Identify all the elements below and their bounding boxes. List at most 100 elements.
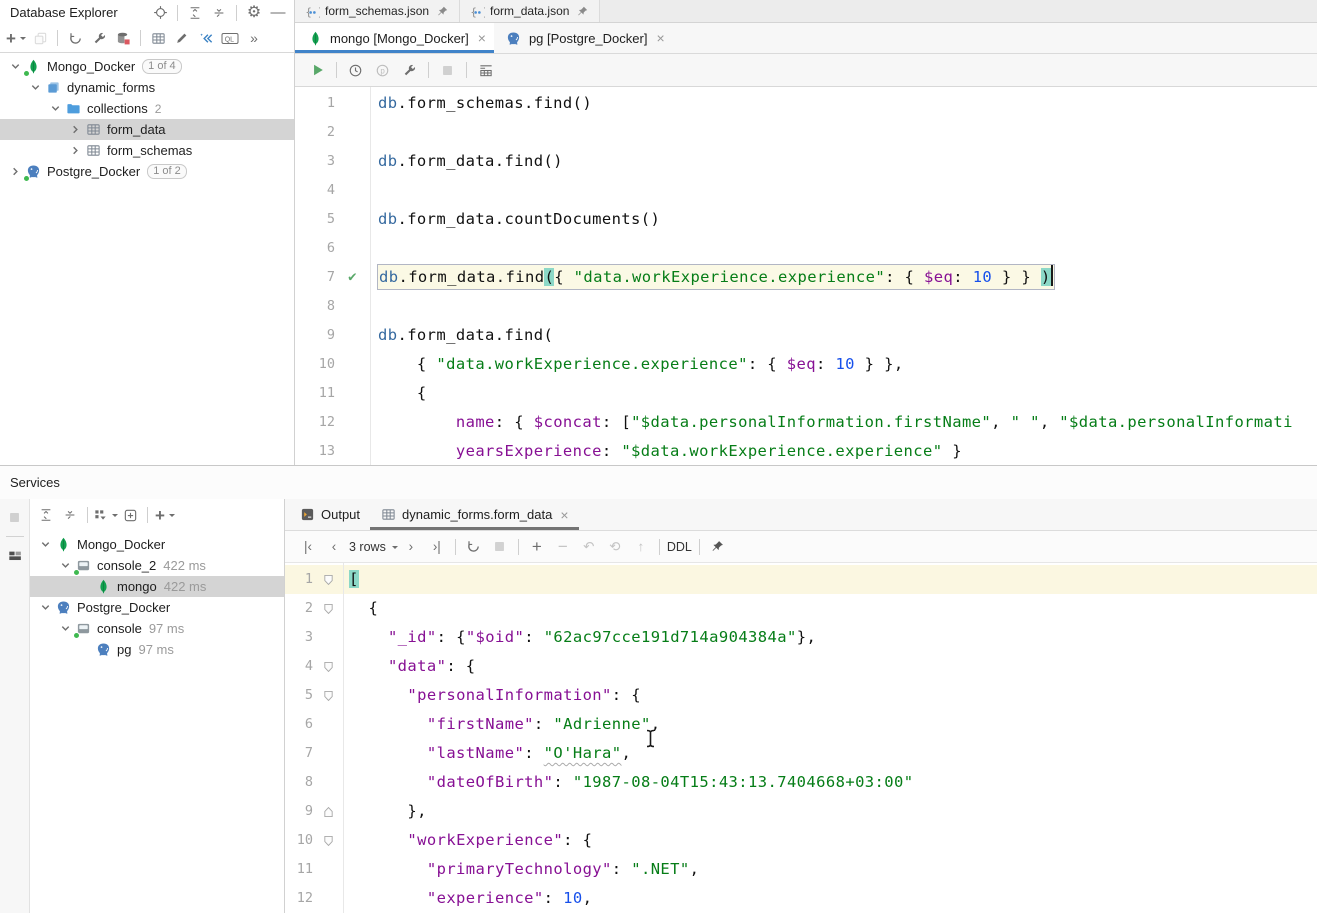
fold-down-icon[interactable] xyxy=(313,574,343,586)
tab-label: form_schemas.json xyxy=(325,4,429,18)
refresh-icon[interactable] xyxy=(63,27,87,49)
mongodb-icon xyxy=(25,59,41,75)
chevron-right-icon[interactable] xyxy=(66,145,85,156)
pin-icon[interactable] xyxy=(434,3,450,19)
chevron-down-icon[interactable] xyxy=(6,61,25,72)
db-tree-item-form_data[interactable]: form_data xyxy=(0,119,294,140)
group-by-icon[interactable] xyxy=(93,504,118,526)
chevron-down-icon[interactable] xyxy=(56,623,75,634)
collapse-all-icon[interactable] xyxy=(207,2,231,24)
close-icon[interactable]: × xyxy=(560,507,568,523)
jump-to-console-icon[interactable] xyxy=(194,27,218,49)
ddl-button[interactable]: DDL xyxy=(665,535,694,559)
in-editor-results-icon[interactable] xyxy=(472,58,499,82)
services-tree-item-mongo_docker[interactable]: Mongo_Docker xyxy=(30,534,284,555)
disconnect-icon[interactable] xyxy=(111,27,135,49)
pin-tab-icon[interactable] xyxy=(705,535,731,559)
json-text: "personalInformation": { xyxy=(343,681,1317,710)
open-in-new-tab-icon[interactable] xyxy=(118,504,142,526)
json-text: }, xyxy=(343,797,1317,826)
code-token: $concat xyxy=(534,413,602,431)
db-tree-item-mongo_docker[interactable]: Mongo_Docker1 of 4 xyxy=(0,56,294,77)
first-page-icon[interactable]: |‹ xyxy=(295,535,321,559)
db-tree-item-dynamic_forms[interactable]: dynamic_forms xyxy=(0,77,294,98)
new-datasource-icon[interactable]: + xyxy=(4,27,28,49)
services-tree-item-console[interactable]: console97 ms xyxy=(30,618,284,639)
table-icon[interactable] xyxy=(146,27,170,49)
line-number: 8 xyxy=(285,768,313,797)
json-text: "workExperience": { xyxy=(343,826,1317,855)
results-tab-output[interactable]: Output xyxy=(289,499,370,530)
services-tree-item-mongo[interactable]: mongo422 ms xyxy=(30,576,284,597)
add-service-icon[interactable]: + xyxy=(153,504,177,526)
code-token: "data" xyxy=(388,657,446,675)
chevron-right-icon[interactable] xyxy=(66,124,85,135)
bottom-section: + Mongo_Dockerconsole_2422 msmongo422 ms… xyxy=(0,499,1317,913)
expand-all-icon[interactable] xyxy=(183,2,207,24)
tab-label: Output xyxy=(321,507,360,522)
more-icon[interactable]: » xyxy=(242,27,266,49)
services-tree-item-console_2[interactable]: console_2422 ms xyxy=(30,555,284,576)
code-token: : xyxy=(524,628,543,646)
chevron-down-icon[interactable] xyxy=(46,103,65,114)
query-editor[interactable]: 1db.form_schemas.find()23db.form_data.fi… xyxy=(295,87,1317,465)
pin-icon[interactable] xyxy=(574,3,590,19)
console-tab-mongo[interactable]: mongo [Mongo_Docker]× xyxy=(295,23,494,53)
reload-page-icon[interactable] xyxy=(461,535,487,559)
gear-icon[interactable]: ⚙ xyxy=(242,2,266,24)
add-row-icon[interactable]: + xyxy=(524,535,550,559)
editor-panel: { }form_schemas.json{ }form_data.json mo… xyxy=(295,0,1317,465)
db-tree-item-collections[interactable]: collections2 xyxy=(0,98,294,119)
close-icon[interactable]: × xyxy=(656,30,664,46)
expand-all-icon[interactable] xyxy=(34,504,58,526)
chevron-down-icon[interactable] xyxy=(56,560,75,571)
page-size-selector[interactable]: 3 rows xyxy=(347,535,398,559)
fold-down-icon[interactable] xyxy=(313,661,343,673)
code-token xyxy=(378,413,456,431)
fold-down-icon[interactable] xyxy=(313,690,343,702)
code-token: "lastName" xyxy=(427,744,524,762)
collapse-all-icon[interactable] xyxy=(58,504,82,526)
code-text: db.form_data.find({ "data.workExperience… xyxy=(370,263,1317,292)
last-page-icon[interactable]: ›| xyxy=(424,535,450,559)
chevron-down-icon[interactable] xyxy=(36,602,55,613)
file-tab-form_data.json[interactable]: { }form_data.json xyxy=(460,0,600,22)
data-view-icon[interactable] xyxy=(3,545,27,567)
services-toolbar: + xyxy=(30,499,284,531)
next-page-icon[interactable]: › xyxy=(398,535,424,559)
query-console-icon[interactable]: QL xyxy=(218,27,242,49)
previous-page-icon[interactable]: ‹ xyxy=(321,535,347,559)
db-tree-item-postgre_docker[interactable]: Postgre_Docker1 of 2 xyxy=(0,161,294,182)
hide-panel-icon[interactable]: — xyxy=(266,2,290,24)
result-json-view[interactable]: 1[2 {3 "_id": {"$oid": "62ac97cce191d714… xyxy=(285,563,1317,913)
fold-up-icon[interactable] xyxy=(313,806,343,818)
locate-icon[interactable] xyxy=(148,2,172,24)
editor-toolbar: p xyxy=(295,54,1317,87)
chevron-down-icon[interactable] xyxy=(26,82,45,93)
fold-down-icon[interactable] xyxy=(313,603,343,615)
mongodb-icon xyxy=(307,30,323,46)
settings-wrench-icon[interactable] xyxy=(396,58,423,82)
console-tab-pg[interactable]: pg [Postgre_Docker]× xyxy=(494,23,673,53)
close-icon[interactable]: × xyxy=(478,30,486,46)
fold-down-icon[interactable] xyxy=(313,835,343,847)
results-tab-dynamic_forms.form_data[interactable]: dynamic_forms.form_data× xyxy=(370,499,578,530)
database-explorer-panel: Database Explorer ⚙— +QL» Mongo_Docker1 … xyxy=(0,0,295,465)
datasource-properties-icon[interactable] xyxy=(87,27,111,49)
services-tree-item-postgre_docker[interactable]: Postgre_Docker xyxy=(30,597,284,618)
run-icon[interactable] xyxy=(304,58,331,82)
chevron-down-icon[interactable] xyxy=(36,539,55,550)
code-token: } xyxy=(942,442,961,460)
chevron-right-icon[interactable] xyxy=(6,166,25,177)
line-number: 11 xyxy=(285,855,313,884)
services-tree-item-pg[interactable]: pg97 ms xyxy=(30,639,284,660)
file-tab-form_schemas.json[interactable]: { }form_schemas.json xyxy=(295,0,460,22)
editor-line-7: 7✔db.form_data.find({ "data.workExperien… xyxy=(295,263,1317,292)
history-icon[interactable] xyxy=(342,58,369,82)
edit-icon[interactable] xyxy=(170,27,194,49)
db-tree-item-form_schemas[interactable]: form_schemas xyxy=(0,140,294,161)
code-token: , xyxy=(583,889,593,907)
code-token xyxy=(349,686,407,704)
toolbar-separator xyxy=(87,507,88,523)
duration-text: 97 ms xyxy=(149,621,184,636)
